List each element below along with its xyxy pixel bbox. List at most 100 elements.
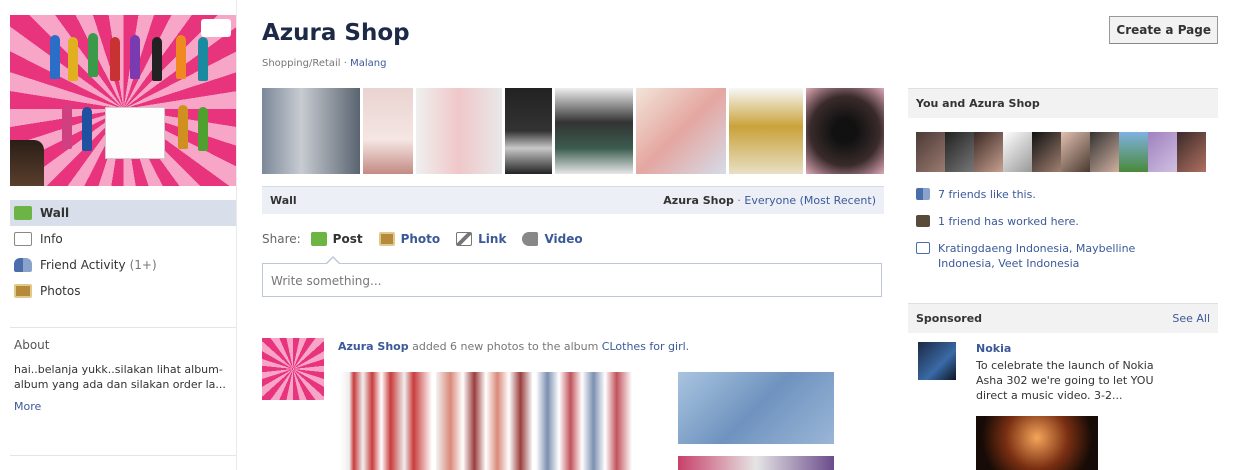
share-post-button[interactable]: Post [310, 232, 363, 246]
friends-like-text: 7 friends like this. [938, 188, 1036, 201]
create-page-button[interactable]: Create a Page [1109, 16, 1218, 44]
wall-filter: Azura Shop · Everyone (Most Recent) [663, 194, 876, 207]
story-photo[interactable] [678, 372, 834, 444]
friend-avatar[interactable] [1090, 132, 1119, 172]
share-label: Share: [262, 232, 301, 246]
friend-avatar[interactable] [1003, 132, 1032, 172]
nav-item-label: Info [40, 232, 63, 246]
share-video-button[interactable]: Video [522, 232, 583, 246]
wall-filter-separator: · [733, 194, 745, 207]
friend-avatar[interactable] [1148, 132, 1177, 172]
page-profile-picture[interactable] [10, 15, 237, 186]
friend-avatar[interactable] [945, 132, 974, 172]
story-actor-link[interactable]: Azura Shop [338, 340, 409, 353]
divider [10, 327, 236, 328]
friend-faces [916, 132, 1206, 172]
strip-photo[interactable] [416, 88, 503, 174]
ad-image[interactable] [976, 416, 1098, 470]
status-input[interactable]: Write something... [262, 263, 882, 297]
friend-avatar[interactable] [974, 132, 1003, 172]
wall-filter-link[interactable]: Everyone (Most Recent) [744, 194, 876, 207]
page-subtitle: Shopping/Retail · Malang [262, 58, 387, 69]
story-photo[interactable] [436, 372, 532, 470]
story-avatar[interactable] [262, 338, 324, 400]
strip-photo[interactable] [728, 88, 803, 174]
about-heading: About [14, 338, 50, 352]
share-photo-label: Photo [400, 232, 441, 246]
nav-item-photos[interactable]: Photos [10, 278, 237, 304]
photo-strip [262, 88, 884, 174]
friends-icon [916, 188, 930, 200]
story-action: added 6 new photos to the album [408, 340, 602, 353]
page-nav: Wall Info Friend Activity (1+) Photos [10, 200, 237, 304]
story-photo[interactable] [536, 372, 632, 470]
photo-icon [378, 232, 395, 246]
link-icon [456, 232, 473, 246]
about-more-link[interactable]: More [14, 400, 234, 413]
sponsored-title: Sponsored [916, 312, 983, 325]
thumbs-up-icon [916, 242, 930, 254]
nav-item-label: Friend Activity [40, 258, 126, 272]
nav-item-info[interactable]: Info [10, 226, 237, 252]
friend-worked-row[interactable]: 1 friend has worked here. [916, 214, 1079, 229]
friend-worked-text: 1 friend has worked here. [938, 215, 1079, 228]
strip-photo[interactable] [554, 88, 634, 174]
story-album-link[interactable]: CLothes for girl. [602, 340, 689, 353]
strip-photo[interactable] [505, 88, 552, 174]
share-link-button[interactable]: Link [456, 232, 506, 246]
page-likes-row[interactable]: Kratingdaeng Indonesia, Maybelline Indon… [916, 241, 1166, 271]
photos-icon [14, 284, 32, 298]
share-post-label: Post [332, 232, 363, 246]
strip-photo[interactable] [362, 88, 414, 174]
friend-avatar[interactable] [1119, 132, 1148, 172]
right-column: Create a Page You and Azura Shop 7 frien… [908, 0, 1218, 470]
you-and-page-title: You and Azura Shop [916, 97, 1040, 110]
post-icon [310, 232, 327, 246]
share-link-label: Link [478, 232, 507, 246]
strip-photo[interactable] [636, 88, 726, 174]
story-photo[interactable] [678, 456, 834, 470]
story-text: Azura Shop added 6 new photos to the alb… [338, 340, 878, 353]
share-photo-button[interactable]: Photo [378, 232, 441, 246]
wall-filter-owner[interactable]: Azura Shop [663, 194, 734, 207]
see-all-link[interactable]: See All [1172, 312, 1210, 325]
main-column: Azura Shop Shopping/Retail · Malang Wall… [262, 0, 884, 470]
divider [10, 455, 236, 456]
share-bar: Share: Post Photo Link Video [262, 232, 599, 246]
sponsored-header: Sponsored See All [908, 303, 1218, 333]
friends-like-row[interactable]: 7 friends like this. [916, 187, 1036, 202]
wall-header: Wall Azura Shop · Everyone (Most Recent) [262, 186, 884, 214]
status-placeholder: Write something... [271, 274, 382, 288]
info-icon [14, 232, 32, 246]
wall-icon [14, 206, 32, 220]
page-location-link[interactable]: Malang [350, 58, 386, 69]
shop-logo [201, 19, 231, 37]
story-photo[interactable] [340, 372, 432, 470]
you-and-page-header: You and Azura Shop [908, 88, 1218, 118]
subtitle-separator: · [340, 58, 351, 69]
promo-card [105, 107, 165, 159]
left-column: Wall Info Friend Activity (1+) Photos Ab… [0, 0, 237, 470]
page-likes-text: Kratingdaeng Indonesia, Maybelline Indon… [938, 242, 1136, 270]
composer-caret-inner [327, 258, 339, 264]
page-category: Shopping/Retail [262, 58, 341, 69]
page-title[interactable]: Azura Shop [262, 20, 410, 46]
admin-avatar [10, 140, 44, 186]
friend-avatar[interactable] [916, 132, 945, 172]
friend-avatar[interactable] [1177, 132, 1206, 172]
strip-photo[interactable] [805, 88, 884, 174]
about-text: hai..belanja yukk..silakan lihat album-a… [14, 363, 226, 391]
nav-item-wall[interactable]: Wall [10, 200, 237, 226]
strip-photo[interactable] [262, 88, 360, 174]
about-section: About hai..belanja yukk..silakan lihat a… [14, 338, 234, 413]
column-divider [236, 0, 237, 470]
ad-title[interactable]: Nokia [976, 342, 1011, 355]
briefcase-icon [916, 215, 930, 227]
wall-title: Wall [270, 194, 297, 207]
friend-avatar[interactable] [1061, 132, 1090, 172]
nav-item-count: (1+) [129, 258, 157, 272]
friend-avatar[interactable] [1032, 132, 1061, 172]
ad-thumbnail[interactable] [918, 342, 956, 380]
nav-item-friend-activity[interactable]: Friend Activity (1+) [10, 252, 237, 278]
story-photo-grid [338, 372, 838, 470]
